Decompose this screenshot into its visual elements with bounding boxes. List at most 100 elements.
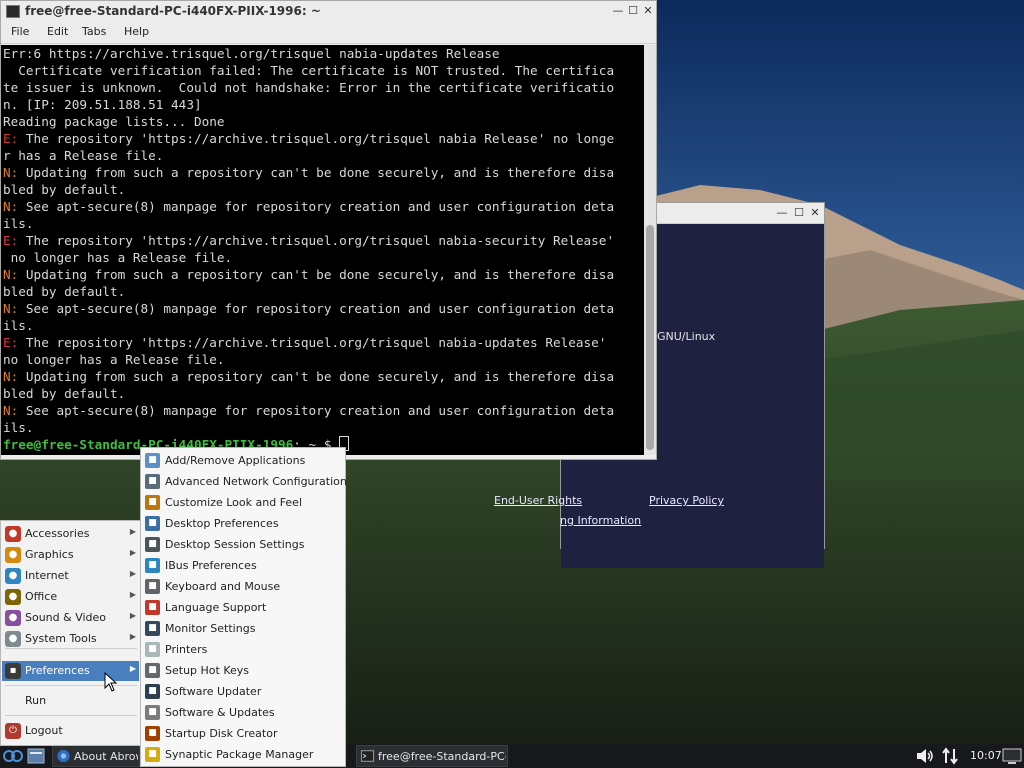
scrollbar-thumb[interactable] [646, 225, 654, 450]
prefs-item-language[interactable]: ■ Language Support [142, 597, 344, 618]
prefs-item-session-settings[interactable]: ■ Desktop Session Settings [142, 534, 344, 555]
minimize-icon[interactable]: — [611, 4, 625, 18]
start-menu-icon[interactable] [2, 746, 24, 766]
terminal-line-text: See apt-secure(8) manpage for repository… [18, 199, 615, 214]
terminal-line-text: Err:6 https://archive.trisquel.org/trisq… [3, 46, 500, 61]
taskbar-terminal-button[interactable]: free@free-Standard-PC-i... [356, 745, 508, 767]
submenu-arrow-icon: ▶ [129, 569, 136, 578]
prefs-item-software-updates[interactable]: ■ Software & Updates [142, 702, 344, 723]
notice-prefix: N: [3, 199, 19, 214]
start-menu-item-graphics[interactable]: ● Graphics ▶ [2, 545, 139, 565]
notice-prefix: N: [3, 267, 19, 282]
terminal-line: N: See apt-secure(8) manpage for reposit… [1, 402, 644, 419]
minimize-icon[interactable]: — [775, 206, 789, 220]
close-icon[interactable]: ✕ [641, 4, 655, 18]
menu-tabs[interactable]: Tabs [82, 25, 106, 38]
start-menu-item-accessories[interactable]: ● Accessories ▶ [2, 524, 139, 544]
prefs-item-software-updater[interactable]: ■ Software Updater [142, 681, 344, 702]
system-tools-icon: ● [5, 631, 21, 647]
terminal-lines: Err:6 https://archive.trisquel.org/trisq… [1, 45, 644, 436]
printer-icon: ■ [145, 642, 160, 657]
prefs-item-keyboard-mouse[interactable]: ■ Keyboard and Mouse [142, 576, 344, 597]
prefs-item-synaptic[interactable]: ■ Synaptic Package Manager [142, 744, 344, 765]
terminal-line-text: ils. [3, 420, 34, 435]
start-menu: ● Accessories ▶ ● Graphics ▶ ● Internet ▶ ● Office… [0, 520, 141, 746]
prefs-item-label: Software & Updates [165, 706, 275, 719]
window-title: free@free-Standard-PC-i440FX-PIIX-1996: … [25, 4, 321, 18]
start-menu-item-internet[interactable]: ● Internet ▶ [2, 566, 139, 586]
terminal-line: N: Updating from such a repository can't… [1, 266, 644, 283]
prefs-item-label: Customize Look and Feel [165, 496, 303, 509]
terminal-line: Reading package lists... Done [1, 113, 644, 130]
terminal-scrollbar[interactable] [644, 45, 656, 455]
run-label: Run [25, 694, 47, 707]
menu-separator [5, 648, 137, 649]
start-menu-logout[interactable]: ⏻ Logout [2, 721, 139, 741]
taskbar-terminal-label: free@free-Standard-PC-i... [378, 750, 506, 763]
network-icon[interactable] [941, 747, 959, 765]
terminal-titlebar[interactable]: free@free-Standard-PC-i440FX-PIIX-1996: … [1, 1, 656, 21]
menu-edit[interactable]: Edit [47, 25, 68, 38]
start-menu-preferences[interactable]: ▪ Preferences ▶ [2, 661, 139, 681]
terminal-line: no longer has a Release file. [1, 249, 644, 266]
sound-video-icon: ● [5, 610, 21, 626]
prefs-item-printer[interactable]: ■ Printers [142, 639, 344, 660]
terminal-line-text: The repository 'https://archive.trisquel… [18, 335, 607, 350]
start-menu-item-label: Internet [25, 569, 69, 582]
terminal-line: ils. [1, 215, 644, 232]
end-user-rights-link[interactable]: End-User Rights [494, 494, 582, 507]
terminal-line-text: bled by default. [3, 386, 126, 401]
terminal-line-text: bled by default. [3, 182, 126, 197]
prefs-item-label: Desktop Preferences [165, 517, 279, 530]
hotkeys-icon: ■ [145, 663, 160, 678]
prefs-item-look-feel[interactable]: ■ Customize Look and Feel [142, 492, 344, 513]
internet-icon: ● [5, 568, 21, 584]
ibus-icon: ■ [145, 558, 160, 573]
terminal-line-text: Updating from such a repository can't be… [18, 165, 615, 180]
prefs-item-label: Desktop Session Settings [165, 538, 305, 551]
volume-icon[interactable] [915, 748, 935, 764]
show-desktop-icon[interactable] [1002, 747, 1022, 765]
graphics-icon: ● [5, 547, 21, 563]
file-manager-icon[interactable] [27, 747, 45, 765]
start-menu-item-system-tools[interactable]: ● System Tools ▶ [2, 629, 139, 649]
prefs-item-network-config[interactable]: ■ Advanced Network Configuration [142, 471, 347, 492]
terminal-line: r has a Release file. [1, 147, 644, 164]
prefs-item-label: Startup Disk Creator [165, 727, 278, 740]
preferences-label: Preferences [25, 664, 90, 677]
privacy-policy-link[interactable]: Privacy Policy [649, 494, 724, 507]
start-menu-item-label: Graphics [25, 548, 74, 561]
prefs-item-desktop-prefs[interactable]: ■ Desktop Preferences [142, 513, 344, 534]
terminal-line: bled by default. [1, 181, 644, 198]
terminal-line-text: See apt-secure(8) manpage for repository… [18, 403, 615, 418]
maximize-icon[interactable]: ☐ [792, 206, 806, 220]
prefs-item-monitor[interactable]: ■ Monitor Settings [142, 618, 344, 639]
licensing-info-link[interactable]: ng Information [560, 514, 641, 527]
terminal-line-text: Reading package lists... Done [3, 114, 225, 129]
terminal-line-text: r has a Release file. [3, 148, 164, 163]
start-menu-item-office[interactable]: ● Office ▶ [2, 587, 139, 607]
terminal-line-text: no longer has a Release file. [3, 250, 233, 265]
submenu-arrow-icon: ▶ [129, 548, 136, 557]
start-menu-run[interactable]: Run [2, 691, 139, 711]
terminal-line-text: te issuer is unknown. Could not handshak… [3, 80, 615, 95]
submenu-arrow-icon: ▶ [129, 632, 136, 641]
terminal-line-text: Updating from such a repository can't be… [18, 267, 615, 282]
menu-file[interactable]: File [11, 25, 29, 38]
prefs-item-label: Printers [165, 643, 208, 656]
prefs-item-hotkeys[interactable]: ■ Setup Hot Keys [142, 660, 344, 681]
submenu-arrow-icon: ▶ [129, 527, 136, 536]
prefs-item-ibus[interactable]: ■ IBus Preferences [142, 555, 344, 576]
prefs-item-startup-disk[interactable]: ■ Startup Disk Creator [142, 723, 344, 744]
taskbar-about-button[interactable]: About Abrowser [52, 745, 140, 767]
terminal-output[interactable]: Err:6 https://archive.trisquel.org/trisq… [1, 45, 644, 455]
close-icon[interactable]: ✕ [808, 206, 822, 220]
language-icon: ■ [145, 600, 160, 615]
prefs-item-add-remove-apps[interactable]: ■ Add/Remove Applications [142, 450, 344, 471]
start-menu-item-sound-video[interactable]: ● Sound & Video ▶ [2, 608, 139, 628]
maximize-icon[interactable]: ☐ [626, 4, 640, 18]
clock[interactable]: 10:07 [970, 749, 1002, 762]
menu-help[interactable]: Help [124, 25, 149, 38]
terminal-line-text: ils. [3, 216, 34, 231]
terminal-line-text: See apt-secure(8) manpage for repository… [18, 301, 615, 316]
